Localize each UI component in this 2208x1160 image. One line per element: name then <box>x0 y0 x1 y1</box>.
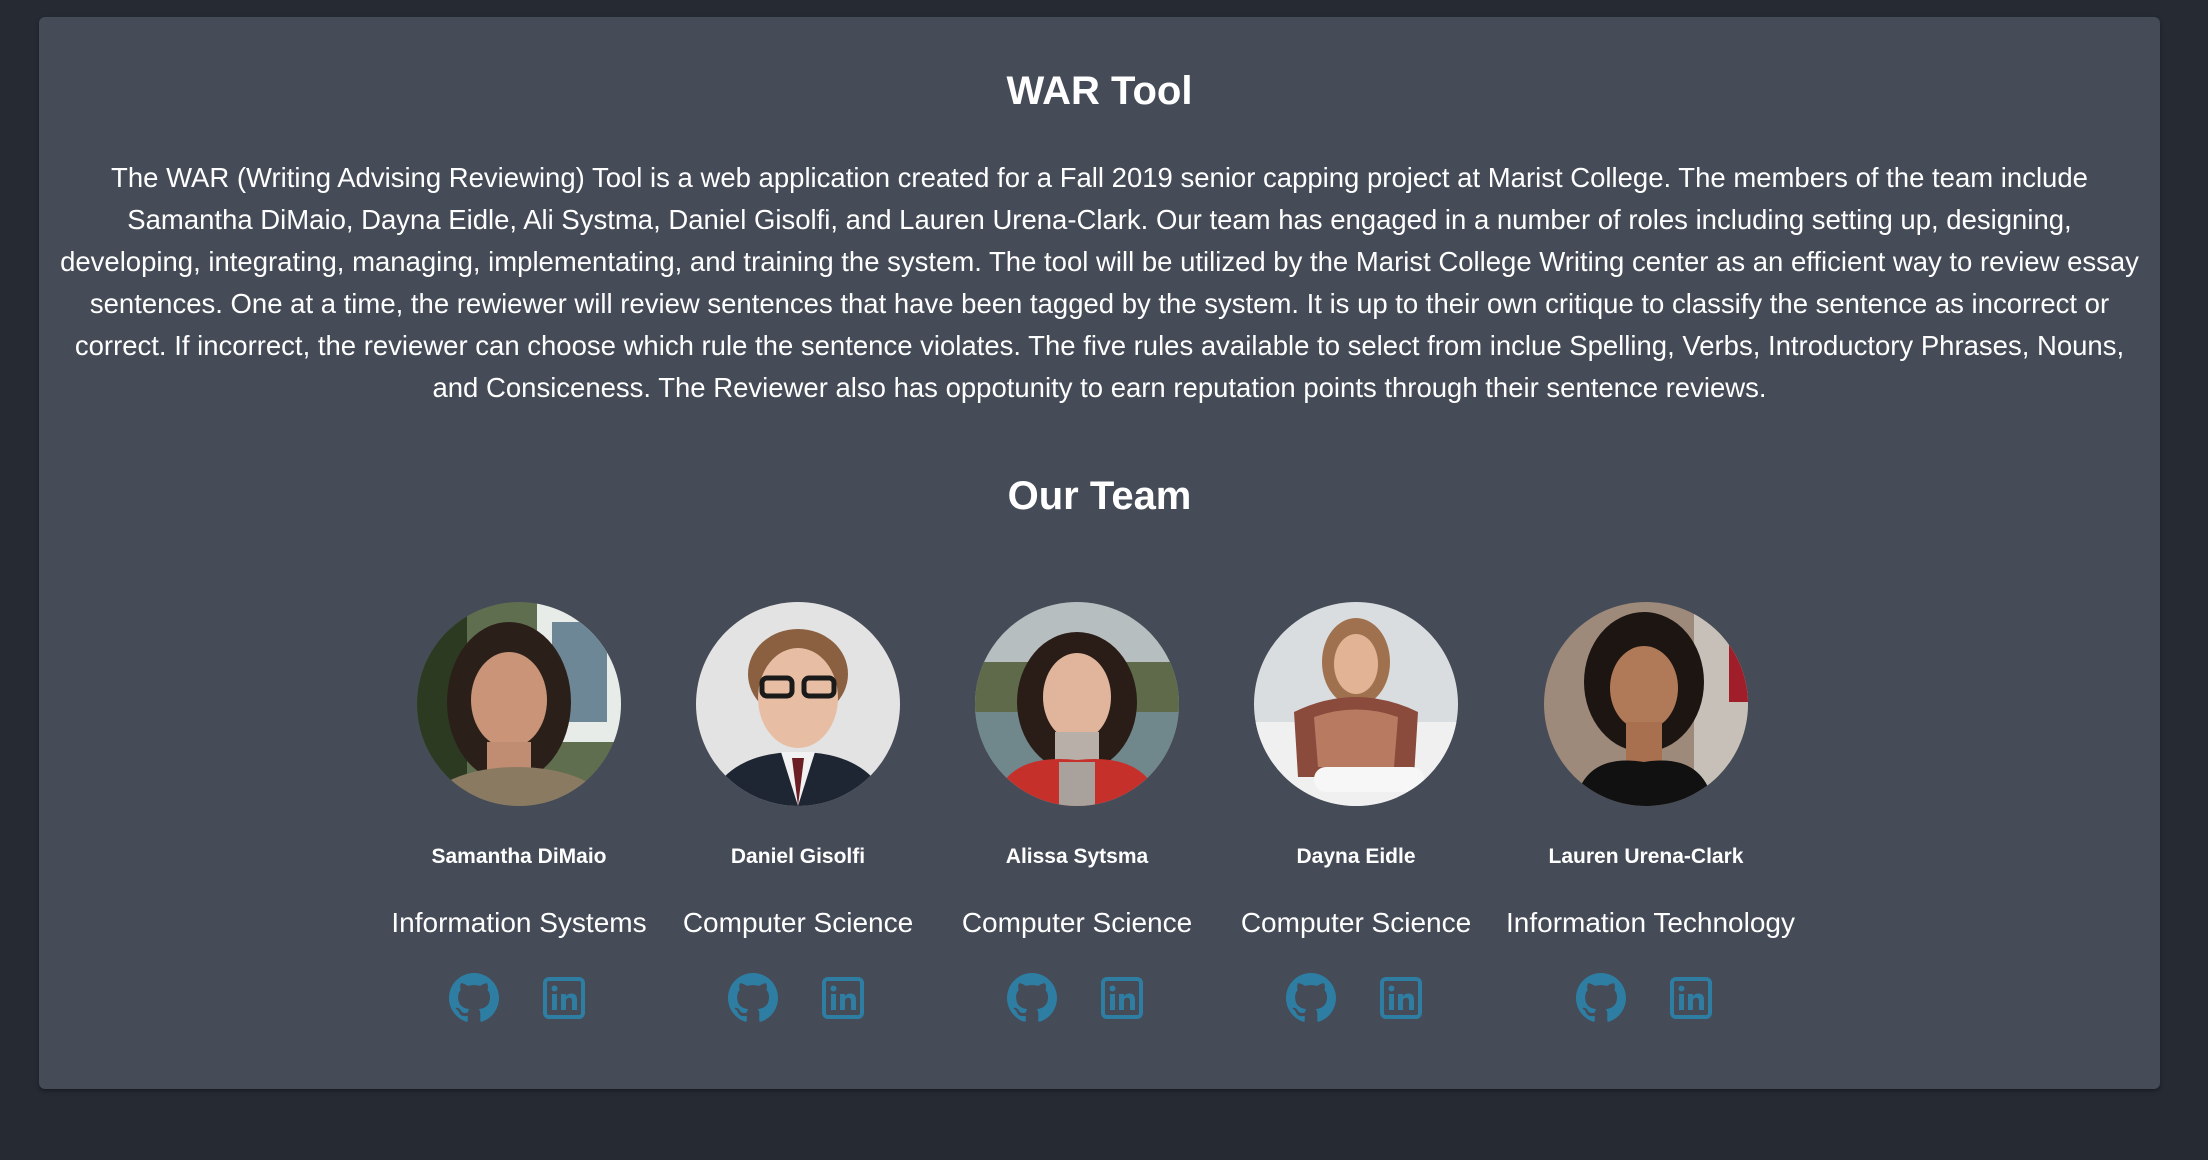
member-major: Computer Science <box>1240 907 1472 938</box>
linkedin-icon[interactable] <box>818 973 868 1023</box>
member-links <box>1216 972 1496 1024</box>
member-links <box>1506 972 1786 1024</box>
team-heading: Our Team <box>1007 474 1192 518</box>
member-name: Samantha DiMaio <box>431 845 607 868</box>
avatar <box>975 602 1179 806</box>
avatar <box>417 602 621 806</box>
member-name: Alissa Sytsma <box>1005 845 1149 868</box>
linkedin-icon[interactable] <box>1666 973 1716 1023</box>
member-major: Computer Science <box>961 907 1193 938</box>
about-card: WAR Tool The WAR (Writing Advising Revie… <box>39 17 2160 1089</box>
team-member-card: Alissa Sytsma Computer Science <box>937 602 1217 1024</box>
member-major: Information Technology <box>1506 907 1795 938</box>
linkedin-icon[interactable] <box>539 973 589 1023</box>
team-member-card: Daniel Gisolfi Computer Science <box>658 602 938 1024</box>
github-icon[interactable] <box>1007 973 1057 1023</box>
github-icon[interactable] <box>728 973 778 1023</box>
team-member-card: Samantha DiMaio Information Systems <box>379 602 659 1024</box>
avatar <box>1254 602 1458 806</box>
member-links <box>379 972 659 1024</box>
page-title: WAR Tool <box>1006 69 1193 113</box>
member-major: Computer Science <box>682 907 914 938</box>
github-icon[interactable] <box>1286 973 1336 1023</box>
about-paragraph: The WAR (Writing Advising Reviewing) Too… <box>60 162 2139 403</box>
avatar <box>696 602 900 806</box>
team-member-card: Lauren Urena-Clark Information Technolog… <box>1506 602 1795 1024</box>
member-links <box>937 972 1217 1024</box>
github-icon[interactable] <box>449 973 499 1023</box>
linkedin-icon[interactable] <box>1376 973 1426 1023</box>
member-name: Daniel Gisolfi <box>730 845 866 868</box>
avatar <box>1544 602 1748 806</box>
member-name: Lauren Urena-Clark <box>1548 845 1744 868</box>
member-name: Dayna Eidle <box>1296 845 1416 868</box>
member-major: Information Systems <box>391 907 647 938</box>
team-member-card: Dayna Eidle Computer Science <box>1216 602 1496 1024</box>
github-icon[interactable] <box>1576 973 1626 1023</box>
member-links <box>658 972 938 1024</box>
linkedin-icon[interactable] <box>1097 973 1147 1023</box>
